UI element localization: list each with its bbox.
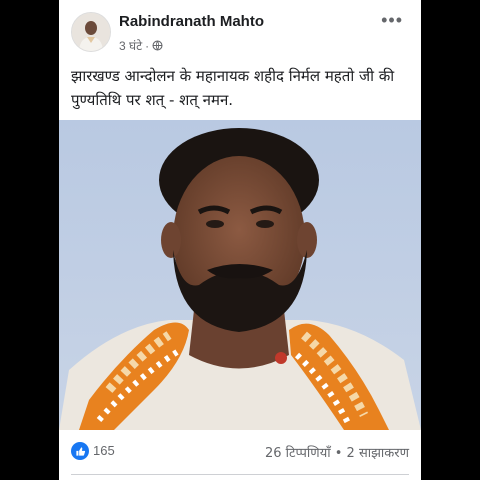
reaction-count[interactable]: 165	[93, 443, 115, 458]
meta-separator: ·	[145, 38, 150, 53]
more-options-icon[interactable]: •••	[381, 10, 403, 31]
like-icon[interactable]	[71, 442, 89, 460]
post-meta: 3 घंटे ·	[119, 37, 163, 54]
avatar[interactable]	[71, 12, 111, 52]
post-text: झारखण्ड आन्दोलन के महानायक शहीद निर्मल म…	[71, 67, 395, 109]
post-footer: 165 26 टिप्पणियाँ • 2 साझाकरण	[59, 430, 421, 480]
globe-icon	[152, 40, 163, 51]
post-photo[interactable]	[59, 120, 421, 430]
comment-share-counts[interactable]: 26 टिप्पणियाँ • 2 साझाकरण	[265, 443, 409, 461]
post-header: Rabindranath Mahto 3 घंटे · •••	[59, 0, 421, 60]
post-card: Rabindranath Mahto 3 घंटे · ••• झारखण्ड …	[59, 0, 421, 480]
post-time[interactable]: 3 घंटे	[119, 37, 142, 54]
divider	[71, 474, 409, 475]
author-name[interactable]: Rabindranath Mahto	[119, 13, 264, 30]
